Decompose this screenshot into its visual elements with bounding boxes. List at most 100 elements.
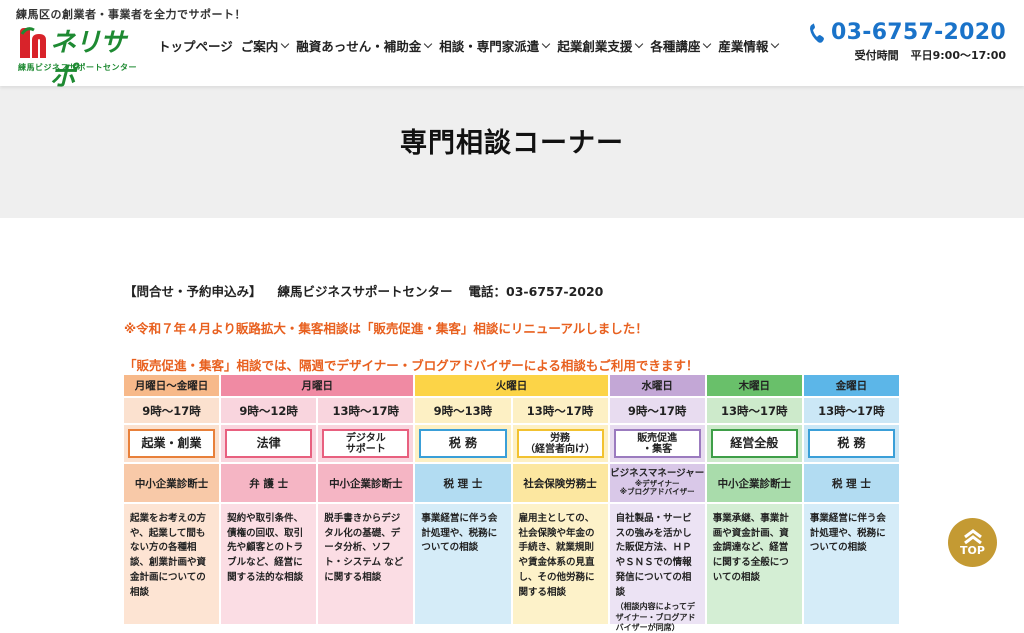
time-slot: 9時〜13時 (415, 398, 513, 425)
expert-line: ※ブログアドバイザー (619, 487, 695, 497)
nav-item-label: 相談・専門家派遣 (439, 39, 540, 54)
nav-item-3[interactable]: 相談・専門家派遣 (439, 36, 551, 55)
contact-label: 【問合せ・予約申込み】 (124, 284, 262, 299)
description-text: 自社製品・サービスの強みを活かした販促方法、ＨＰやＳＮＳでの情報発信についての相… (615, 513, 692, 598)
expert-type: 中小企業診断士 (706, 464, 804, 504)
contact-line: 【問合せ・予約申込み】 練馬ビジネスサポートセンター 電話：03-6757-2020 (124, 281, 619, 300)
nav-item-label: 起業創業支援 (557, 39, 633, 54)
nav-item-label: トップページ (158, 39, 233, 54)
nav-item-0[interactable]: トップページ (158, 36, 233, 55)
expert-type: 中小企業診断士 (124, 464, 222, 504)
description-text: 起業をお考えの方や、起業して間もない方の各種相談、創業計画や資金計画についての相… (130, 513, 207, 598)
nav-item-4[interactable]: 起業創業支援 (557, 36, 644, 55)
logo-mark-icon (20, 27, 46, 58)
consult-topic: デジタル サポート (318, 425, 416, 464)
double-chevron-up-icon (963, 528, 982, 544)
expert-type: ビジネスマネージャー ※デザイナー ※ブログアドバイザー (609, 464, 707, 504)
site-header: 練馬区の創業者・事業者を全力でサポート！ ネリサポ 練馬ビジネスサポートセンター… (0, 0, 1024, 92)
topic-label: 起業・創業 (128, 429, 216, 458)
time-slot: 13時〜17時 (512, 398, 610, 425)
chevron-down-icon (424, 39, 433, 49)
consult-description: 雇用主としての、社会保険や年金の手続き、就業規則や賃金体系の見直し、その他労務に… (512, 504, 610, 626)
chevron-down-icon (771, 39, 780, 49)
consult-topic: 経営全般 (706, 425, 804, 464)
consult-description: 契約や取引条件、債権の回収、取引先や顧客とのトラブルなど、経営に関する法的な相談 (221, 504, 319, 626)
nav-item-label: 産業情報 (718, 39, 769, 54)
hours-value: 平日9:00〜17:00 (910, 49, 1006, 62)
day-header: 月曜日〜金曜日 (124, 375, 222, 398)
time-slot: 9時〜17時 (609, 398, 707, 425)
chevron-down-icon (542, 39, 551, 49)
consult-description: 起業をお考えの方や、起業して間もない方の各種相談、創業計画や資金計画についての相… (124, 504, 222, 626)
nav-item-6[interactable]: 産業情報 (718, 36, 780, 55)
title-band: 専門相談コーナー (0, 86, 1024, 218)
consult-topic: 販売促進 ・集客 (609, 425, 707, 464)
expert-type: 社会保険労務士 (512, 464, 610, 504)
expert-type: 税 理 士 (803, 464, 901, 504)
consultation-schedule-table: 月曜日〜金曜日 月曜日 火曜日 水曜日 木曜日 金曜日 9時〜17時 起業・創業 中小企業診断士… (124, 375, 901, 632)
topic-label: 経営全般 (710, 429, 798, 458)
page-title: 専門相談コーナー (400, 127, 624, 159)
time-slot: 9時〜12時 (221, 398, 319, 425)
consult-topic: 税 務 (415, 425, 513, 464)
topic-label: 法律 (225, 429, 313, 458)
consult-description: 事業経営に伴う会計処理や、税務についての相談 (803, 504, 901, 626)
nav-item-5[interactable]: 各種講座 (650, 36, 712, 55)
contact-center: 練馬ビジネスサポートセンター (277, 284, 453, 299)
topic-label: デジタル サポート (322, 429, 410, 458)
time-slot: 9時〜17時 (124, 398, 222, 425)
back-to-top-label: TOP (960, 543, 985, 557)
phone-number[interactable]: 03-6757-2020 (831, 20, 1006, 45)
topic-label: 販売促進 ・集客 (613, 429, 701, 458)
time-slot: 13時〜17時 (803, 398, 901, 425)
description-text: 事業承継、事業計画や資金計画、資金調達など、経営に関する全般についての相談 (712, 513, 789, 583)
renewal-notice: ※令和７年４月より販路拡大・集客相談は「販売促進・集客」相談にリニューアルしまし… (124, 321, 648, 336)
consult-topic: 労務 （経営者向け） (512, 425, 610, 464)
hours-label: 受付時間 (854, 49, 899, 62)
consult-topic: 税 務 (803, 425, 901, 464)
description-text: 脱手書きからデジタル化の基礎、データ分析、ソフト・システム などに関する相談 (324, 513, 404, 583)
topic-label: 税 務 (807, 429, 895, 458)
chevron-down-icon (635, 39, 644, 49)
designer-notice: 「販売促進・集客」相談では、隔週でデザイナー・ブログアドバイザーによる相談もご利… (124, 358, 699, 373)
consult-description: 自社製品・サービスの強みを活かした販促方法、ＨＰやＳＮＳでの情報発信についての相… (609, 504, 707, 632)
consult-topic: 法律 (221, 425, 319, 464)
contact-info: 03-6757-2020 受付時間 平日9:00〜17:00 (809, 20, 1006, 63)
logo-subtitle: 練馬ビジネスサポートセンター (18, 63, 137, 72)
main-nav: トップページ ご案内 融資あっせん・補助金 相談・専門家派遣 起業創業支援 各種講座 産業情… (158, 36, 786, 55)
back-to-top-button[interactable]: TOP (948, 518, 997, 567)
nav-item-label: 各種講座 (650, 39, 701, 54)
nav-item-label: 融資あっせん・補助金 (296, 39, 422, 54)
time-slot: 13時〜17時 (318, 398, 416, 425)
description-text: 事業経営に伴う会計処理や、税務についての相談 (809, 513, 886, 554)
phone-icon (810, 23, 825, 43)
nav-item-label: ご案内 (240, 39, 279, 54)
day-header: 金曜日 (803, 375, 901, 398)
topic-label: 労務 （経営者向け） (516, 429, 604, 458)
expert-type: 税 理 士 (415, 464, 513, 504)
description-text: 雇用主としての、社会保険や年金の手続き、就業規則や賃金体系の見直し、その他労務に… (518, 513, 595, 598)
chevron-down-icon (281, 39, 290, 49)
consult-description: 事業経営に伴う会計処理や、税務についての相談 (415, 504, 513, 626)
consult-description: 脱手書きからデジタル化の基礎、データ分析、ソフト・システム などに関する相談 (318, 504, 416, 626)
topic-label: 税 務 (419, 429, 507, 458)
site-tagline: 練馬区の創業者・事業者を全力でサポート！ (16, 8, 246, 21)
expert-type: 弁 護 士 (221, 464, 319, 504)
expert-type: 中小企業診断士 (318, 464, 416, 504)
consult-topic: 起業・創業 (124, 425, 222, 464)
day-header: 水曜日 (609, 375, 707, 398)
time-slot: 13時〜17時 (706, 398, 804, 425)
nav-item-2[interactable]: 融資あっせん・補助金 (296, 36, 433, 55)
consult-description: 事業承継、事業計画や資金計画、資金調達など、経営に関する全般についての相談 (706, 504, 804, 626)
description-text: 契約や取引条件、債権の回収、取引先や顧客とのトラブルなど、経営に関する法的な相談 (227, 513, 304, 583)
site-logo[interactable]: ネリサポ 練馬ビジネスサポートセンター (16, 24, 146, 92)
description-note: （相談内容によってデザイナー・ブログアドバイザーが同席） (615, 602, 696, 633)
logo-wordmark: ネリサポ (50, 28, 126, 92)
chevron-down-icon (703, 39, 712, 49)
nav-item-1[interactable]: ご案内 (240, 36, 290, 55)
day-header: 木曜日 (706, 375, 804, 398)
day-header: 月曜日 (221, 375, 416, 398)
contact-tel: 電話：03-6757-2020 (468, 284, 604, 299)
day-header: 火曜日 (415, 375, 610, 398)
description-text: 事業経営に伴う会計処理や、税務についての相談 (421, 513, 498, 554)
